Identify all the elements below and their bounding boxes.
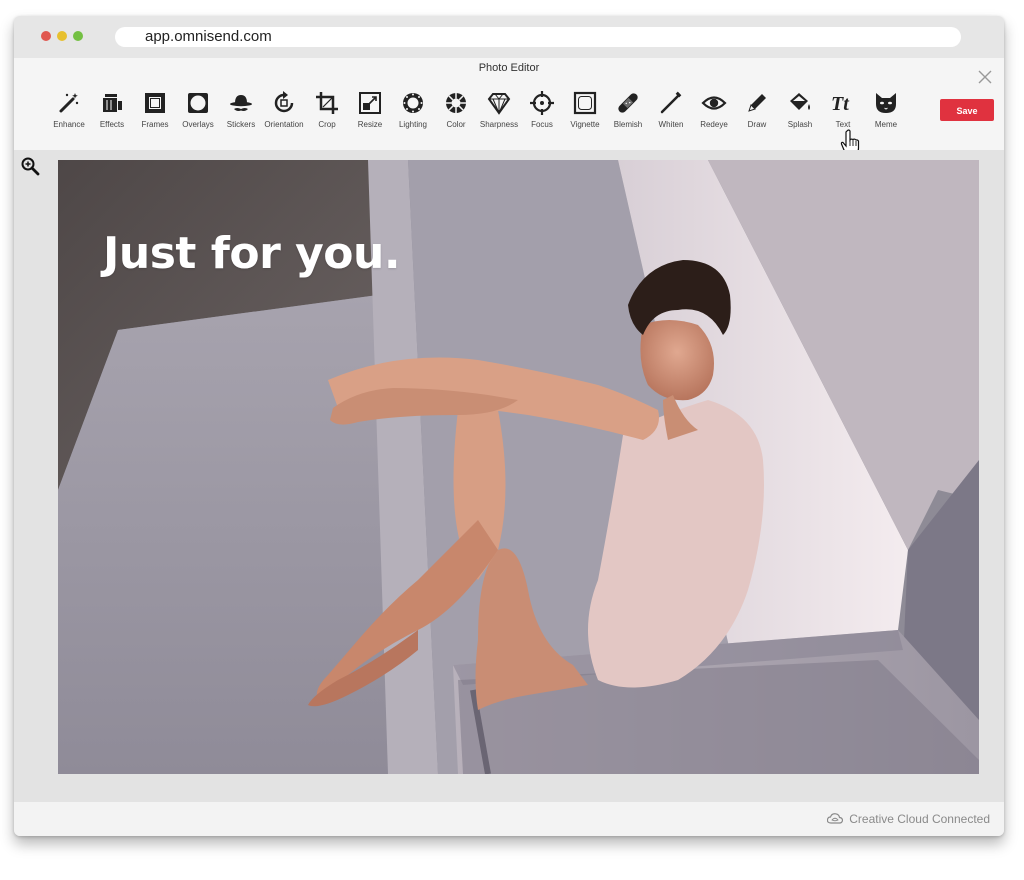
tool-enhance[interactable]: Enhance	[47, 88, 91, 138]
tool-blemish[interactable]: Blemish	[606, 88, 650, 138]
diamond-icon	[477, 90, 521, 116]
cat-face-icon	[864, 90, 908, 116]
browser-bar: app.omnisend.com	[14, 16, 1004, 58]
resize-icon	[348, 90, 392, 116]
sun-icon	[391, 90, 435, 116]
crosshair-icon	[520, 90, 564, 116]
photo-canvas[interactable]: Just for you.	[58, 160, 979, 774]
paint-bucket-icon	[778, 90, 822, 116]
browser-window: app.omnisend.com Photo Editor Enhance Ef…	[14, 16, 1004, 836]
save-button[interactable]: Save	[940, 99, 994, 121]
bandage-icon	[606, 90, 650, 116]
maximize-window-dot[interactable]	[73, 31, 83, 41]
whiten-brush-icon	[649, 90, 693, 116]
tool-color[interactable]: Color	[434, 88, 478, 138]
tool-overlays[interactable]: Overlays	[176, 88, 220, 138]
tool-orientation[interactable]: Orientation	[262, 88, 306, 138]
address-bar[interactable]: app.omnisend.com	[115, 27, 961, 47]
tool-splash[interactable]: Splash	[778, 88, 822, 138]
minimize-window-dot[interactable]	[57, 31, 67, 41]
tool-label: Meme	[874, 120, 898, 129]
tool-meme[interactable]: Meme	[864, 88, 908, 138]
tool-sharpness[interactable]: Sharpness	[477, 88, 521, 138]
magic-wand-icon	[47, 90, 91, 116]
editor-footer: Creative Cloud Connected	[14, 802, 1004, 836]
tool-resize[interactable]: Resize	[348, 88, 392, 138]
tool-draw[interactable]: Draw	[735, 88, 779, 138]
tool-redeye[interactable]: Redeye	[692, 88, 736, 138]
color-wheel-icon	[434, 90, 478, 116]
effects-icon	[90, 90, 134, 116]
tool-effects[interactable]: Effects	[90, 88, 134, 138]
tool-crop[interactable]: Crop	[305, 88, 349, 138]
tool-whiten[interactable]: Whiten	[649, 88, 693, 138]
url-text: app.omnisend.com	[145, 28, 272, 45]
zoom-in-icon[interactable]	[20, 156, 40, 176]
crop-icon	[305, 90, 349, 116]
pencil-icon	[735, 90, 779, 116]
tool-lighting[interactable]: Lighting	[391, 88, 435, 138]
creative-cloud-status: Creative Cloud Connected	[827, 812, 990, 827]
tool-vignette[interactable]: Vignette	[563, 88, 607, 138]
tool-focus[interactable]: Focus	[520, 88, 564, 138]
tool-frames[interactable]: Frames	[133, 88, 177, 138]
sticker-hat-icon	[219, 90, 263, 116]
editor-canvas: Just for you.	[14, 150, 1004, 802]
svg-text:Tt: Tt	[831, 93, 850, 115]
photo-overlay-text[interactable]: Just for you.	[103, 228, 401, 279]
footer-status-text: Creative Cloud Connected	[849, 812, 990, 826]
vignette-icon	[563, 90, 607, 116]
close-icon[interactable]	[976, 68, 994, 86]
overlay-icon	[176, 90, 220, 116]
creative-cloud-icon	[827, 813, 844, 827]
editor-title: Photo Editor	[478, 62, 540, 74]
eye-icon	[692, 90, 736, 116]
frame-icon	[133, 90, 177, 116]
rotate-icon	[262, 90, 306, 116]
text-icon: Tt	[821, 90, 865, 116]
tool-stickers[interactable]: Stickers	[219, 88, 263, 138]
close-window-dot[interactable]	[41, 31, 51, 41]
